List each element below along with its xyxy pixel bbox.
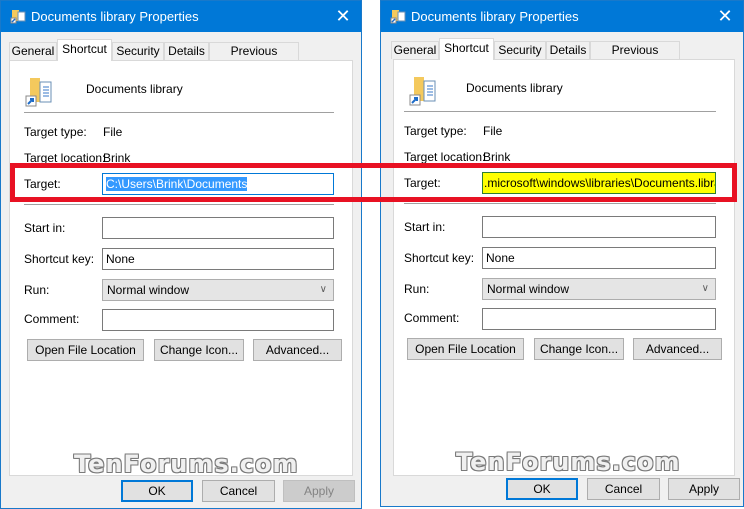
close-icon[interactable]: ✕	[707, 1, 743, 32]
ok-button[interactable]: OK	[121, 480, 193, 502]
start-in-label: Start in:	[24, 221, 66, 235]
properties-dialog-after: Documents library Properties ✕ General S…	[380, 0, 744, 507]
comment-label: Comment:	[24, 312, 80, 326]
comment-label: Comment:	[404, 311, 460, 325]
cancel-button[interactable]: Cancel	[202, 480, 275, 502]
run-label: Run:	[24, 283, 50, 297]
cancel-button[interactable]: Cancel	[587, 478, 660, 500]
tab-general[interactable]: General	[9, 42, 57, 60]
target-input[interactable]: .microsoft\windows\libraries\Documents.l…	[482, 172, 716, 194]
close-icon[interactable]: ✕	[325, 1, 361, 32]
run-value: Normal window	[107, 283, 190, 297]
run-dropdown[interactable]: Normal window ∨	[482, 278, 716, 300]
tab-shortcut[interactable]: Shortcut	[439, 38, 494, 60]
target-type-label: Target type:	[24, 125, 87, 139]
documents-library-icon	[409, 77, 436, 106]
target-location-label: Target location:	[404, 150, 486, 164]
title-bar: Documents library Properties ✕	[381, 1, 743, 32]
start-in-input[interactable]	[102, 217, 334, 239]
shortcut-key-label: Shortcut key:	[24, 252, 95, 266]
target-location-value: Brink	[103, 151, 131, 165]
tab-security[interactable]: Security	[494, 41, 546, 59]
tab-shortcut[interactable]: Shortcut	[57, 39, 112, 61]
target-label: Target:	[24, 177, 61, 191]
run-dropdown[interactable]: Normal window ∨	[102, 279, 334, 301]
target-location-label: Target location:	[24, 151, 106, 165]
chevron-down-icon: ∨	[701, 283, 709, 294]
shortcut-key-input[interactable]: None	[102, 248, 334, 270]
library-shortcut-icon	[390, 10, 406, 24]
documents-library-icon	[25, 78, 52, 107]
target-value-selected: C:\Users\Brink\Documents	[106, 177, 248, 191]
target-type-value: File	[103, 125, 123, 139]
watermark: TenForums.com	[456, 448, 681, 476]
divider	[404, 203, 716, 204]
target-label: Target:	[404, 176, 441, 190]
tab-previous-versions[interactable]: Previous Versions	[590, 41, 680, 74]
divider	[24, 204, 334, 205]
advanced-button[interactable]: Advanced...	[253, 339, 342, 361]
start-in-input[interactable]	[482, 216, 716, 238]
window-title: Documents library Properties	[411, 9, 579, 24]
shortcut-panel: Documents library Target type: File Targ…	[393, 59, 735, 476]
properties-dialog-before: Documents library Properties ✕ General S…	[0, 0, 362, 509]
apply-button[interactable]: Apply	[283, 480, 355, 502]
run-label: Run:	[404, 282, 430, 296]
tab-details[interactable]: Details	[164, 42, 209, 60]
change-icon-button[interactable]: Change Icon...	[154, 339, 244, 361]
shortcut-key-input[interactable]: None	[482, 247, 716, 269]
target-type-label: Target type:	[404, 124, 467, 138]
library-shortcut-icon	[10, 10, 26, 24]
run-value: Normal window	[487, 282, 570, 296]
tab-security[interactable]: Security	[112, 42, 164, 60]
comment-input[interactable]	[482, 308, 716, 330]
comment-input[interactable]	[102, 309, 334, 331]
open-file-location-button[interactable]: Open File Location	[27, 339, 144, 361]
shortcut-key-label: Shortcut key:	[404, 251, 475, 265]
target-type-value: File	[483, 124, 503, 138]
shortcut-panel: Documents library Target type: File Targ…	[9, 60, 353, 476]
apply-button[interactable]: Apply	[668, 478, 740, 500]
tab-general[interactable]: General	[391, 41, 439, 59]
item-name: Documents library	[466, 81, 563, 95]
tab-details[interactable]: Details	[546, 41, 590, 59]
tab-previous-versions[interactable]: Previous Versions	[209, 42, 299, 75]
item-name: Documents library	[86, 82, 183, 96]
target-input[interactable]: C:\Users\Brink\Documents	[102, 173, 334, 195]
watermark: TenForums.com	[74, 450, 299, 478]
change-icon-button[interactable]: Change Icon...	[534, 338, 624, 360]
start-in-label: Start in:	[404, 220, 446, 234]
ok-button[interactable]: OK	[506, 478, 578, 500]
advanced-button[interactable]: Advanced...	[633, 338, 722, 360]
window-title: Documents library Properties	[31, 9, 199, 24]
open-file-location-button[interactable]: Open File Location	[407, 338, 524, 360]
divider	[24, 112, 334, 113]
chevron-down-icon: ∨	[319, 284, 327, 295]
target-location-value: Brink	[483, 150, 511, 164]
title-bar: Documents library Properties ✕	[1, 1, 361, 32]
divider	[404, 111, 716, 112]
